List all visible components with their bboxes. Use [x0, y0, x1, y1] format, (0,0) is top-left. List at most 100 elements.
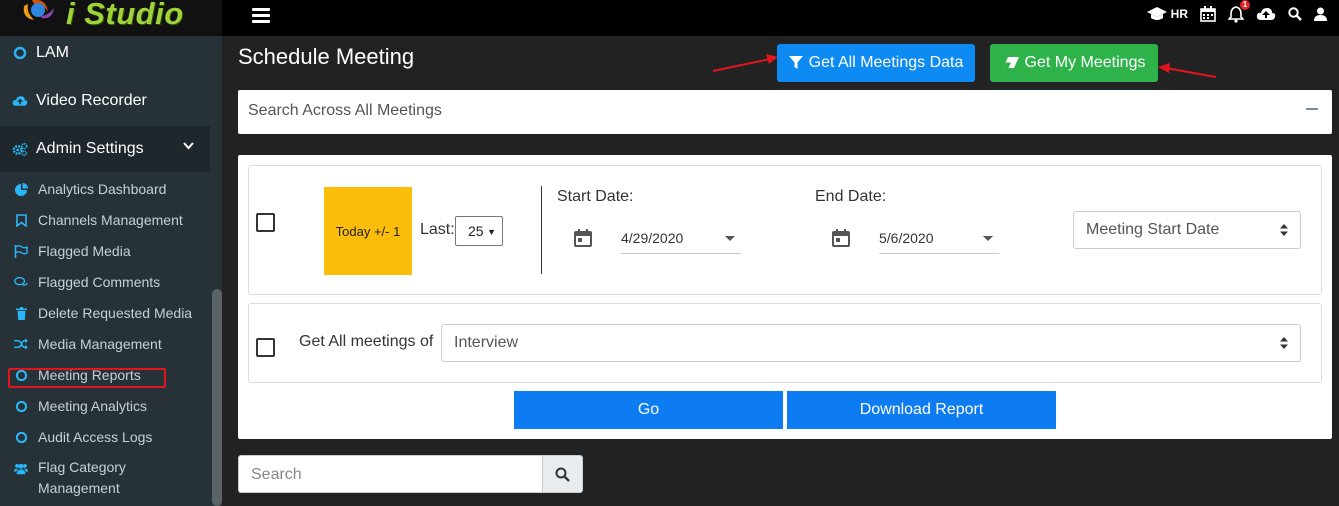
notifications-button[interactable]: 1: [1228, 0, 1250, 23]
sidebar-item-lam[interactable]: LAM: [0, 30, 210, 76]
sidebar-item-label: Flag Category Management: [38, 459, 126, 496]
dropdown-arrow-icon: [725, 236, 735, 241]
caret-down-icon: ▼: [487, 227, 496, 237]
today-range-label: Today +/- 1: [335, 223, 401, 239]
calendar-icon[interactable]: [573, 228, 593, 248]
eraser-icon: [1002, 57, 1019, 68]
today-range-button[interactable]: Today +/- 1: [324, 187, 412, 275]
get-my-meetings-label: Get My Meetings: [1024, 54, 1146, 71]
sidebar-item-video-recorder[interactable]: Video Recorder: [0, 78, 210, 124]
annotation-highlight-box: [8, 368, 166, 388]
search-input[interactable]: Search: [238, 455, 543, 493]
sidebar-item-delete-requested-media[interactable]: Delete Requested Media: [0, 303, 210, 323]
trash-icon: [14, 306, 28, 320]
meeting-type-checkbox[interactable]: [256, 338, 275, 357]
random-icon: [14, 337, 28, 351]
logo-mark-icon: [23, 0, 54, 20]
download-report-button[interactable]: Download Report: [787, 391, 1056, 429]
sidebar-item-flag-category-management[interactable]: Flag Category Management: [0, 457, 200, 501]
divider: [541, 186, 542, 274]
search-placeholder: Search: [251, 466, 302, 483]
cogs-icon: [12, 141, 28, 157]
sidebar-item-analytics-dashboard[interactable]: Analytics Dashboard: [0, 179, 210, 199]
search-across-all-meetings-panel[interactable]: Search Across All Meetings: [238, 90, 1332, 134]
collapse-icon[interactable]: [1306, 108, 1318, 110]
chevron-down-icon: [183, 142, 194, 150]
sidebar-item-label: Flagged Media: [38, 243, 131, 259]
app-name: i Studio: [66, 0, 184, 31]
comments-icon: [14, 275, 28, 289]
sidebar-item-label: Channels Management: [38, 212, 183, 228]
sidebar-item-label: Video Recorder: [36, 92, 147, 109]
sidebar: LAM Video Recorder Admin Settings Analyt…: [0, 36, 222, 506]
sidebar-scrollbar[interactable]: [212, 289, 222, 506]
menu-toggle-button[interactable]: [252, 8, 270, 24]
flag-icon: [14, 244, 28, 258]
start-date-input[interactable]: 4/29/2020: [621, 227, 741, 254]
sidebar-item-audit-access-logs[interactable]: Audit Access Logs: [0, 427, 210, 447]
page-title: Schedule Meeting: [238, 44, 415, 69]
circle-outline-icon: [12, 45, 28, 61]
annotation-arrow-left: [1158, 63, 1217, 78]
end-date-label: End Date:: [815, 188, 887, 205]
meeting-type-select[interactable]: Interview: [441, 324, 1301, 362]
end-date-input[interactable]: 5/6/2020: [879, 227, 999, 254]
topbar-actions: HR 1: [1146, 0, 1327, 24]
sort-arrows-icon: [1280, 337, 1288, 349]
calendar-icon[interactable]: [1200, 6, 1216, 22]
notification-badge: 1: [1240, 0, 1250, 10]
bookmark-icon: [14, 213, 28, 227]
start-date-value: 4/29/2020: [621, 230, 684, 246]
pie-chart-icon: [14, 182, 28, 196]
end-date-value: 5/6/2020: [879, 230, 934, 246]
start-date-label: Start Date:: [557, 188, 634, 205]
last-label: Last:: [420, 221, 455, 238]
go-label: Go: [637, 401, 660, 418]
cloud-upload-icon: [12, 93, 28, 109]
download-report-label: Download Report: [859, 401, 984, 418]
sidebar-item-label: Audit Access Logs: [38, 429, 153, 445]
sidebar-item-admin-settings[interactable]: Admin Settings: [0, 126, 210, 172]
last-days-value: 25: [468, 223, 484, 239]
sidebar-item-label: Analytics Dashboard: [38, 181, 167, 197]
sidebar-item-flagged-comments[interactable]: Flagged Comments: [0, 272, 210, 292]
calendar-icon[interactable]: [831, 228, 851, 248]
search-icon[interactable]: [1288, 7, 1302, 21]
filter-section: Today +/- 1 Last: 25 ▼ Start Date: 4/29/…: [238, 155, 1332, 439]
graduation-cap-icon: [1146, 7, 1167, 20]
sidebar-item-flagged-media[interactable]: Flagged Media: [0, 241, 210, 261]
sidebar-item-media-management[interactable]: Media Management: [0, 334, 210, 354]
get-all-meetings-data-label: Get All Meetings Data: [808, 54, 964, 71]
sidebar-item-label: Admin Settings: [36, 140, 144, 157]
circle-outline-icon: [14, 399, 28, 413]
sidebar-item-label: Delete Requested Media: [38, 305, 193, 321]
sort-arrows-icon: [1280, 224, 1288, 236]
get-my-meetings-button[interactable]: Get My Meetings: [990, 44, 1158, 82]
user-icon[interactable]: [1314, 7, 1327, 21]
user-role-label: HR: [1170, 7, 1188, 21]
search-button[interactable]: [542, 455, 583, 493]
sidebar-item-label: Meeting Analytics: [38, 398, 147, 414]
sidebar-item-label: Media Management: [38, 336, 162, 352]
sidebar-item-channels-management[interactable]: Channels Management: [0, 210, 210, 230]
meeting-type-value: Interview: [454, 334, 519, 351]
filter-icon: [788, 56, 803, 69]
role-switcher[interactable]: HR: [1146, 7, 1188, 21]
annotation-arrow-right: [712, 54, 778, 72]
cloud-upload-icon[interactable]: [1256, 7, 1276, 21]
sort-by-select[interactable]: Meeting Start Date: [1073, 211, 1301, 249]
circle-outline-icon: [14, 430, 28, 444]
last-days-select[interactable]: 25 ▼: [455, 216, 503, 246]
get-all-meetings-data-button[interactable]: Get All Meetings Data: [777, 44, 975, 82]
sort-by-value: Meeting Start Date: [1086, 221, 1220, 238]
sidebar-item-meeting-analytics[interactable]: Meeting Analytics: [0, 396, 210, 416]
search-icon: [555, 467, 570, 482]
get-all-meetings-of-label: Get All meetings of: [299, 333, 434, 350]
date-filter-card: Today +/- 1 Last: 25 ▼ Start Date: 4/29/…: [248, 165, 1322, 295]
panel-title: Search Across All Meetings: [248, 102, 442, 119]
date-filter-checkbox[interactable]: [256, 213, 275, 232]
sidebar-item-label: Flagged Comments: [38, 274, 161, 290]
dropdown-arrow-icon: [983, 236, 993, 241]
sidebar-item-label: LAM: [36, 44, 69, 61]
go-button[interactable]: Go: [514, 391, 783, 429]
